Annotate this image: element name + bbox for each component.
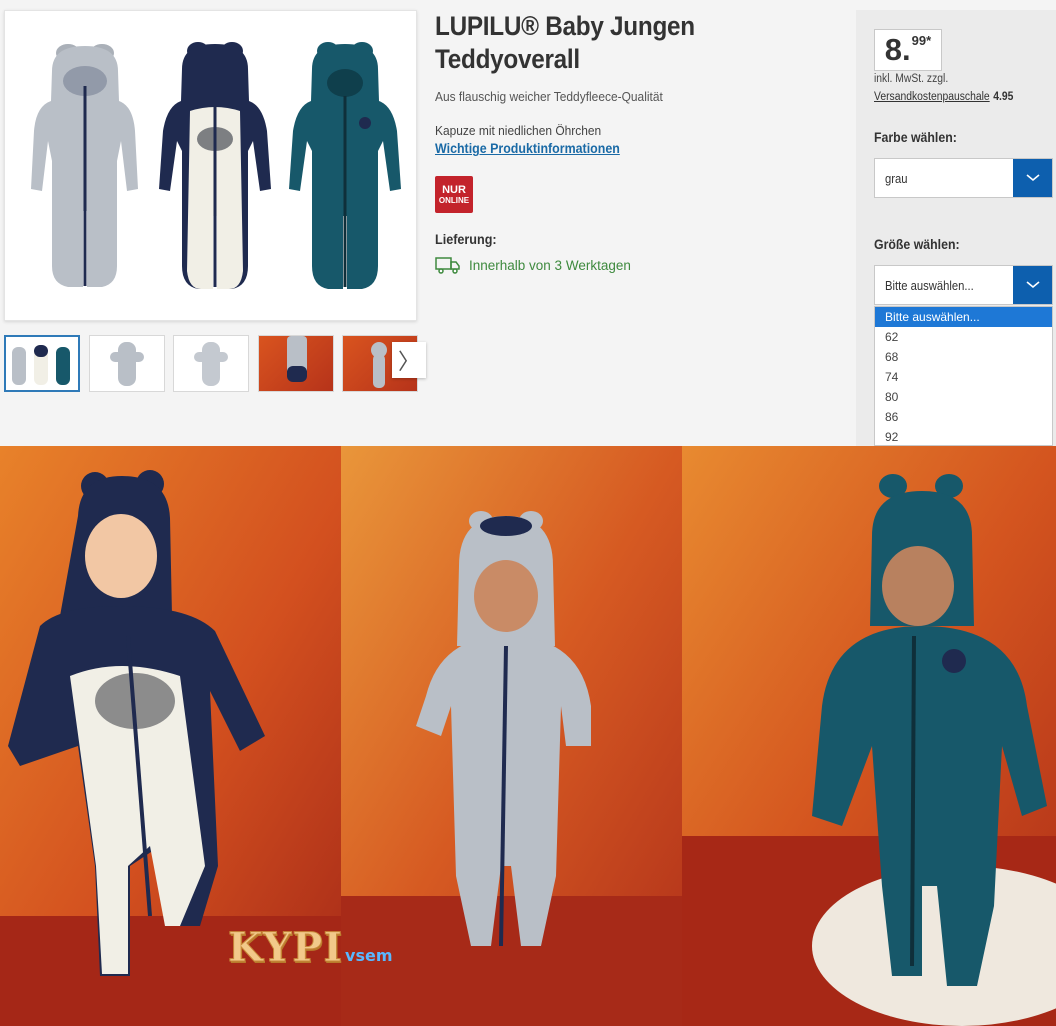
size-option[interactable]: 62: [875, 327, 1052, 347]
size-option[interactable]: 68: [875, 347, 1052, 367]
thumbnail-1[interactable]: [4, 335, 80, 392]
size-select[interactable]: Bitte auswählen...: [874, 265, 1053, 305]
navy-cream-overall: [159, 42, 271, 289]
size-option[interactable]: 74: [875, 367, 1052, 387]
shipping-info: Versandkostenpauschale 4.95: [874, 91, 1013, 103]
size-select-label: Größe wählen:: [874, 236, 960, 252]
chevron-down-icon: [1025, 281, 1040, 289]
delivery-text: Innerhalb von 3 Werktagen: [469, 257, 631, 273]
color-select-value: grau: [885, 172, 908, 186]
product-feature: Kapuze mit niedlichen Öhrchen: [435, 123, 602, 138]
thumbnail-strip: 〉: [4, 335, 426, 392]
size-select-toggle[interactable]: [1013, 266, 1052, 304]
badge-line-1: NUR: [442, 183, 466, 196]
product-section: 〉 LUPILU® Baby Jungen Teddyoverall Aus f…: [0, 0, 1056, 446]
color-select[interactable]: grau: [874, 158, 1053, 198]
badge-line-2: ONLINE: [438, 195, 470, 205]
shipping-link[interactable]: Versandkostenpauschale: [874, 91, 990, 103]
price-cents: 99*: [911, 33, 932, 48]
grey-overall: [31, 44, 138, 287]
delivery-label: Lieferung:: [435, 231, 497, 247]
photo-teal-overall: [682, 446, 1056, 1026]
main-product-image[interactable]: [4, 10, 417, 321]
overalls-illustration: [31, 42, 401, 289]
size-options-list: Bitte auswählen... 62 68 74 80 86 92: [874, 306, 1053, 446]
online-only-badge: NUR ONLINE: [435, 176, 473, 213]
truck-icon: [435, 257, 460, 274]
color-select-label: Farbe wählen:: [874, 129, 957, 145]
watermark-small: vsem: [345, 946, 393, 965]
size-option[interactable]: 86: [875, 407, 1052, 427]
size-select-value: Bitte auswählen...: [885, 279, 974, 293]
product-info-link[interactable]: Wichtige Produktinformationen: [435, 141, 620, 156]
size-option[interactable]: 80: [875, 387, 1052, 407]
product-info: LUPILU® Baby Jungen Teddyoverall Aus fla…: [435, 10, 835, 274]
thumbnail-next-button[interactable]: 〉: [392, 342, 426, 378]
delivery-info: Innerhalb von 3 Werktagen: [435, 256, 835, 274]
shipping-amount: 4.95: [993, 91, 1014, 103]
lifestyle-photos: KYPI vsem: [0, 446, 1056, 1026]
product-title: LUPILU® Baby Jungen Teddyoverall: [435, 11, 695, 74]
chevron-right-icon: 〉: [397, 350, 420, 375]
thumbnail-3[interactable]: [173, 335, 249, 392]
watermark: KYPI vsem: [227, 924, 393, 972]
tax-note: inkl. MwSt. zzgl.: [874, 73, 949, 85]
product-subtitle: Aus flauschig weicher Teddyfleece-Qualit…: [435, 89, 663, 104]
thumbnail-4[interactable]: [258, 335, 334, 392]
price-main: 8.: [884, 32, 911, 67]
size-option[interactable]: 92: [875, 427, 1052, 445]
color-select-toggle[interactable]: [1013, 159, 1052, 197]
purchase-panel: 8. 99* inkl. MwSt. zzgl. Versandkostenpa…: [856, 10, 1056, 446]
size-option[interactable]: Bitte auswählen...: [875, 307, 1052, 327]
thumbnail-2[interactable]: [89, 335, 165, 392]
teal-overall: [289, 42, 401, 289]
chevron-down-icon: [1025, 174, 1040, 182]
watermark-big: KYPI: [227, 924, 344, 972]
price-box: 8. 99*: [874, 29, 942, 71]
